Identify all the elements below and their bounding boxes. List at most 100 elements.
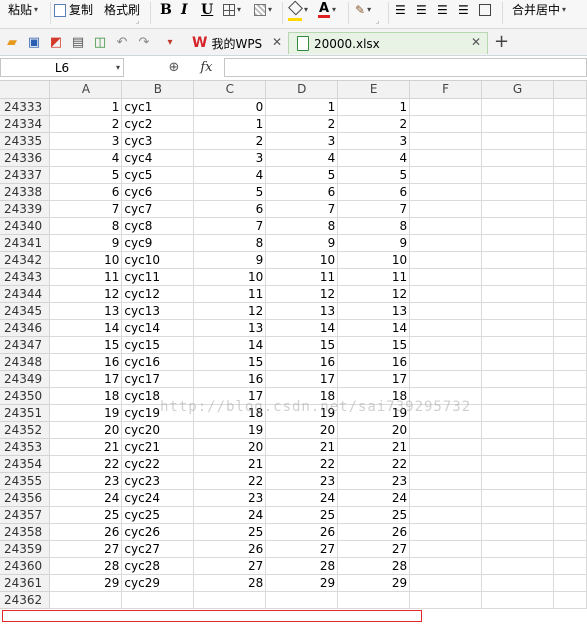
cell-d[interactable]: 24 (265, 489, 339, 507)
cell-f[interactable] (409, 472, 483, 490)
cell-f[interactable] (409, 336, 483, 354)
zoom-search-icon[interactable]: ⊕ (168, 60, 179, 75)
cell-f[interactable] (409, 115, 483, 133)
cell-next[interactable] (553, 438, 587, 456)
formula-input[interactable] (224, 58, 587, 77)
cell-b[interactable]: cyc22 (121, 455, 195, 473)
cell-a[interactable]: 25 (49, 506, 123, 524)
cell-e[interactable]: 12 (337, 285, 411, 303)
cell-c[interactable]: 1 (193, 115, 267, 133)
cell-d[interactable]: 22 (265, 455, 339, 473)
cell-c[interactable]: 6 (193, 200, 267, 218)
cell-b[interactable]: cyc26 (121, 523, 195, 541)
cell-f[interactable] (409, 404, 483, 422)
cell-f[interactable] (409, 183, 483, 201)
new-tab-icon[interactable]: + (494, 31, 509, 52)
cell-d[interactable]: 25 (265, 506, 339, 524)
cell-b[interactable]: cyc20 (121, 421, 195, 439)
row-header[interactable]: 24335 (0, 132, 51, 150)
cell-b[interactable]: cyc11 (121, 268, 195, 286)
cell-a[interactable]: 13 (49, 302, 123, 320)
select-all-corner[interactable] (0, 81, 51, 99)
cell-a[interactable]: 6 (49, 183, 123, 201)
row-header[interactable]: 24353 (0, 438, 51, 456)
borders-button[interactable]: ▾ (223, 0, 241, 20)
chevron-down-icon[interactable]: ▾ (367, 3, 371, 17)
row-header[interactable]: 24346 (0, 319, 51, 337)
print-preview-icon[interactable]: ◫ (92, 34, 108, 50)
cell-a[interactable]: 23 (49, 472, 123, 490)
cell-d[interactable]: 17 (265, 370, 339, 388)
cell-a[interactable]: 4 (49, 149, 123, 167)
cell-b[interactable]: cyc24 (121, 489, 195, 507)
cell-e[interactable]: 11 (337, 268, 411, 286)
cell-next[interactable] (553, 591, 587, 609)
cell-e[interactable]: 14 (337, 319, 411, 337)
row-header[interactable]: 24336 (0, 149, 51, 167)
bold-button[interactable]: B (160, 0, 172, 20)
save-icon[interactable]: ▣ (26, 34, 42, 50)
cell-e[interactable]: 24 (337, 489, 411, 507)
cell-b[interactable]: cyc2 (121, 115, 195, 133)
cell-b[interactable]: cyc29 (121, 574, 195, 592)
cell-c[interactable] (193, 591, 267, 609)
cell-d[interactable] (265, 591, 339, 609)
cell-g[interactable] (481, 370, 554, 388)
cell-next[interactable] (553, 404, 587, 422)
cell-e[interactable]: 6 (337, 183, 411, 201)
cell-f[interactable] (409, 540, 483, 558)
cell-c[interactable]: 17 (193, 387, 267, 405)
fill-pattern-button[interactable]: ▾ (254, 0, 272, 20)
row-header[interactable]: 24352 (0, 421, 51, 439)
cell-a[interactable]: 9 (49, 234, 123, 252)
column-header-a[interactable]: A (49, 81, 123, 99)
export-pdf-icon[interactable]: ◩ (48, 34, 64, 50)
cell-e[interactable]: 28 (337, 557, 411, 575)
cell-g[interactable] (481, 523, 554, 541)
cell-f[interactable] (409, 574, 483, 592)
column-header-g[interactable]: G (481, 81, 554, 99)
cell-g[interactable] (481, 183, 554, 201)
cell-d[interactable]: 26 (265, 523, 339, 541)
cell-next[interactable] (553, 217, 587, 235)
cell-g[interactable] (481, 285, 554, 303)
cell-e[interactable]: 3 (337, 132, 411, 150)
cell-d[interactable]: 18 (265, 387, 339, 405)
cell-d[interactable]: 19 (265, 404, 339, 422)
cell-next[interactable] (553, 455, 587, 473)
cell-a[interactable]: 16 (49, 353, 123, 371)
cell-g[interactable] (481, 268, 554, 286)
cell-a[interactable]: 10 (49, 251, 123, 269)
row-header[interactable]: 24361 (0, 574, 51, 592)
cell-e[interactable]: 18 (337, 387, 411, 405)
cell-c[interactable]: 5 (193, 183, 267, 201)
cell-g[interactable] (481, 200, 554, 218)
cell-g[interactable] (481, 557, 554, 575)
cell-e[interactable]: 7 (337, 200, 411, 218)
cell-f[interactable] (409, 285, 483, 303)
cell-g[interactable] (481, 540, 554, 558)
cell-g[interactable] (481, 353, 554, 371)
cell-g[interactable] (481, 319, 554, 337)
cell-c[interactable]: 14 (193, 336, 267, 354)
cell-g[interactable] (481, 489, 554, 507)
cell-a[interactable]: 26 (49, 523, 123, 541)
cell-f[interactable] (409, 438, 483, 456)
cell-f[interactable] (409, 149, 483, 167)
cell-c[interactable]: 15 (193, 353, 267, 371)
cell-g[interactable] (481, 217, 554, 235)
row-header[interactable]: 24349 (0, 370, 51, 388)
cell-e[interactable]: 13 (337, 302, 411, 320)
cell-c[interactable]: 10 (193, 268, 267, 286)
cell-f[interactable] (409, 268, 483, 286)
column-header-e[interactable]: E (337, 81, 411, 99)
cell-c[interactable]: 0 (193, 98, 267, 116)
cell-f[interactable] (409, 370, 483, 388)
column-header-c[interactable]: C (193, 81, 267, 99)
row-header[interactable]: 24355 (0, 472, 51, 490)
cell-c[interactable]: 21 (193, 455, 267, 473)
row-header[interactable]: 24334 (0, 115, 51, 133)
cell-c[interactable]: 25 (193, 523, 267, 541)
cell-b[interactable]: cyc1 (121, 98, 195, 116)
cell-e[interactable]: 5 (337, 166, 411, 184)
